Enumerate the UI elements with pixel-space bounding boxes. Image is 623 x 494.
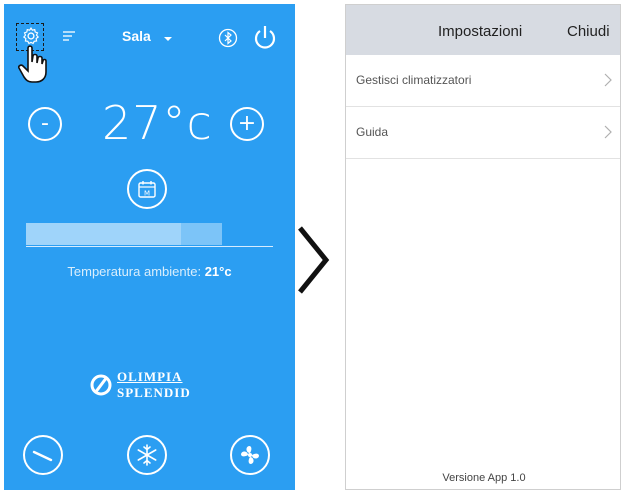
hand-pointer-icon [18, 45, 47, 83]
chevron-right-icon [604, 125, 612, 139]
list-item-label: Guida [356, 125, 389, 139]
decrease-temperature-button[interactable]: - [28, 107, 62, 141]
logo-mark-icon [90, 374, 112, 396]
settings-header: Impostazioni Chiudi [346, 5, 620, 55]
temperature-display: 27°c [102, 96, 213, 150]
ambient-temperature: Temperatura ambiente: 21°c [4, 264, 295, 279]
fan-icon [241, 446, 259, 464]
page-title: Impostazioni [438, 23, 523, 40]
swing-icon [32, 450, 53, 462]
cool-mode-button[interactable] [127, 435, 167, 475]
power-icon[interactable] [252, 24, 278, 52]
snowflake-icon [137, 444, 157, 466]
logo-line2: SPLENDID [117, 385, 191, 400]
calendar-letter: M [144, 190, 150, 198]
settings-screen: Impostazioni Chiudi Gestisci climatizzat… [345, 4, 621, 490]
app-version: Versione App 1.0 [442, 472, 526, 484]
room-selector[interactable]: Sala [122, 28, 151, 44]
fan-button[interactable] [230, 435, 270, 475]
chevron-right-icon [298, 226, 330, 294]
ambient-label: Temperatura ambiente: [67, 264, 202, 279]
progress-bar [26, 223, 181, 245]
menu-icon[interactable] [62, 30, 76, 44]
brand-logo: OLIMPIA SPLENDID [89, 369, 214, 403]
calendar-icon: M [138, 181, 156, 198]
list-item-label: Gestisci climatizzatori [356, 73, 472, 87]
gear-icon[interactable] [21, 26, 41, 46]
ambient-value: 21°c [204, 264, 232, 279]
schedule-button[interactable]: M [127, 169, 167, 209]
divider [26, 246, 273, 247]
list-item-guide[interactable]: Guida [346, 107, 620, 159]
increase-temperature-button[interactable]: + [230, 107, 264, 141]
minus-label: - [41, 111, 49, 136]
list-item-manage-ac[interactable]: Gestisci climatizzatori [346, 55, 620, 107]
chevron-right-icon [604, 73, 612, 87]
chevron-down-icon[interactable] [164, 37, 172, 41]
close-button[interactable]: Chiudi [567, 23, 610, 40]
plus-label: + [237, 111, 257, 136]
logo-line1: OLIMPIA [117, 369, 183, 384]
swing-button[interactable] [23, 435, 63, 475]
main-screen: Sala - 27°c + M Temperatura ambiente: 21… [4, 4, 295, 490]
bluetooth-icon[interactable] [218, 28, 238, 48]
